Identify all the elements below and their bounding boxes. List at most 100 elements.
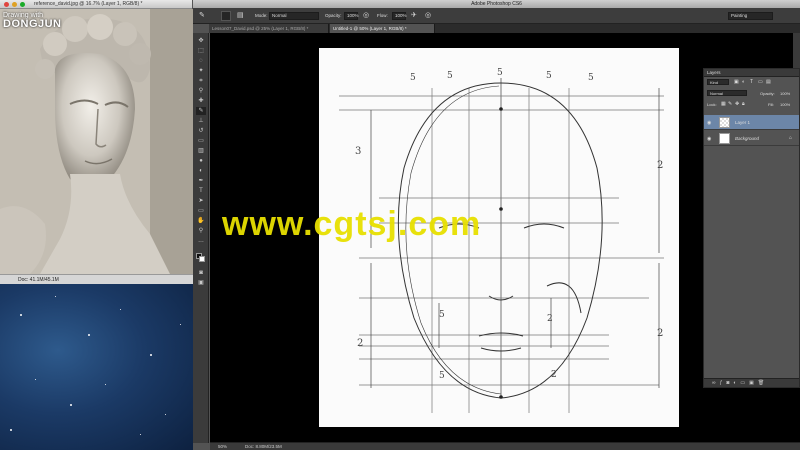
photoshop-titlebar[interactable]: Adobe Photoshop CS6 (193, 0, 800, 8)
layers-panel-header[interactable]: Layers (704, 69, 799, 77)
brush-panel-icon[interactable]: ▤ (237, 12, 244, 20)
mode-select[interactable]: Normal (269, 12, 319, 20)
airbrush-icon[interactable]: ✈ (411, 12, 417, 20)
sketch-fraction-label: 5 (410, 73, 416, 83)
pen-tool-icon[interactable]: ✒ (196, 177, 206, 185)
layer-fill-input[interactable]: 100% (780, 102, 790, 107)
reference-window-titlebar[interactable]: reference_david.jpg @ 16.7% (Layer 1, RG… (0, 0, 192, 9)
workspace-select[interactable]: Painting (728, 12, 773, 20)
lock-pixels-icon[interactable]: ✎ (728, 101, 732, 107)
sketch-fraction-label: 5 (439, 310, 445, 320)
quick-select-tool-icon[interactable]: ✦ (196, 67, 206, 75)
opacity-label: Opacity: (760, 91, 775, 96)
brush-tool-icon[interactable]: ✎ (196, 107, 206, 115)
layers-filter-row: Kind ▣ ◐ T ▭ ▤ (704, 78, 799, 87)
layer-filter-select[interactable]: Kind (707, 79, 729, 85)
brush-tool-preset-icon[interactable]: ✎ (199, 12, 205, 20)
lock-label: Lock: (707, 102, 717, 107)
document-tabs: Lesson07_David.psd @ 25% (Layer 1, RGB/8… (209, 24, 800, 33)
close-window-icon[interactable] (4, 2, 9, 7)
star (35, 379, 36, 380)
move-tool-icon[interactable]: ✥ (196, 37, 206, 45)
gradient-tool-icon[interactable]: ▥ (196, 147, 206, 155)
crop-tool-icon[interactable]: ⌗ (196, 77, 206, 85)
sketch-fraction-label: 2 (547, 314, 553, 324)
visibility-eye-icon[interactable]: ◉ (707, 136, 711, 142)
sketch-fraction-label: 5 (497, 68, 503, 78)
type-tool-icon[interactable]: T (196, 187, 206, 195)
tab-lesson07-david[interactable]: Lesson07_David.psd @ 25% (Layer 1, RGB/8… (209, 24, 329, 33)
reference-window-title: reference_david.jpg @ 16.7% (Layer 1, RG… (34, 1, 143, 7)
star (105, 384, 106, 385)
filter-shape-icon[interactable]: ▭ (758, 79, 763, 85)
star (20, 314, 22, 316)
hand-tool-icon[interactable]: ✋ (196, 217, 206, 225)
filter-pixel-icon[interactable]: ▣ (734, 79, 739, 85)
star (165, 414, 166, 415)
document-size[interactable]: Doc: 8.80M/23.5M (245, 443, 282, 450)
layers-panel-footer: ∞ƒ◙◐▭▣🗑︎ (704, 378, 799, 387)
filter-adjust-icon[interactable]: ◐ (742, 79, 745, 85)
path-select-tool-icon[interactable]: ➤ (196, 197, 206, 205)
screen: reference_david.jpg @ 16.7% (Layer 1, RG… (0, 0, 800, 450)
clone-stamp-tool-icon[interactable]: ⊥ (196, 117, 206, 125)
flow-label: Flow: (377, 13, 388, 18)
opacity-input[interactable]: 100% (344, 12, 359, 20)
more-tools-icon[interactable]: … (196, 237, 206, 245)
history-brush-tool-icon[interactable]: ↺ (196, 127, 206, 135)
minimize-window-icon[interactable] (12, 2, 17, 7)
layer-name: Layer 1 (735, 120, 751, 125)
star (70, 404, 72, 406)
layer-row-background[interactable]: ◉ Background ⌂ (704, 131, 799, 146)
layers-blend-row: Normal Opacity: 100% (704, 89, 799, 98)
star (180, 324, 181, 325)
blend-mode-select[interactable]: Normal (707, 90, 747, 96)
star (150, 354, 152, 356)
dodge-tool-icon[interactable]: ◐ (196, 167, 206, 175)
background-color-swatch[interactable] (199, 256, 205, 262)
layer-opacity-input[interactable]: 100% (780, 91, 790, 96)
zoom-tool-icon[interactable]: ⚲ (196, 227, 206, 235)
blur-tool-icon[interactable]: ● (196, 157, 206, 165)
panel-dock-strip[interactable] (793, 33, 800, 68)
new-group-icon[interactable]: ▭ (740, 380, 749, 386)
sketch-fraction-label: 2 (357, 338, 364, 349)
sketch-fraction-label: 2 (657, 160, 664, 171)
pressure-size-icon[interactable]: ◎ (425, 12, 431, 20)
layers-panel-title: Layers (707, 70, 721, 75)
visibility-eye-icon[interactable]: ◉ (707, 120, 711, 126)
star (88, 334, 90, 336)
shape-tool-icon[interactable]: ▭ (196, 207, 206, 215)
lasso-tool-icon[interactable]: ◌ (196, 57, 206, 65)
marquee-tool-icon[interactable]: ⬚ (196, 47, 206, 55)
logo-line-2: DONGJUN (3, 18, 62, 30)
lock-transparency-icon[interactable]: ▦ (721, 101, 726, 107)
lock-all-icon[interactable]: 🔒︎ (742, 101, 745, 107)
delete-layer-icon[interactable]: 🗑︎ (758, 380, 768, 386)
david-bust-illustration (0, 9, 193, 274)
layer-row-layer-1[interactable]: ◉ Layer 1 (704, 115, 799, 130)
healing-brush-tool-icon[interactable]: ✚ (196, 97, 206, 105)
options-bar: ✎ ▤ Mode: Normal Opacity: 100% ◎ Flow: 1… (193, 8, 800, 24)
quick-mask-icon[interactable]: ◙ (196, 269, 206, 277)
lock-position-icon[interactable]: ✥ (735, 101, 739, 107)
layers-panel: Layers Kind ▣ ◐ T ▭ ▤ Normal Opacity: 10… (703, 68, 800, 388)
zoom-level[interactable]: 50% (218, 443, 227, 450)
new-layer-icon[interactable]: ▣ (749, 380, 758, 386)
eraser-tool-icon[interactable]: ▭ (196, 137, 206, 145)
link-layers-icon[interactable]: ∞ (712, 380, 720, 386)
sketch-fraction-label: 3 (355, 146, 362, 157)
flow-input[interactable]: 100% (392, 12, 407, 20)
filter-type-icon[interactable]: T (750, 79, 753, 85)
zoom-window-icon[interactable] (20, 2, 25, 7)
star (10, 429, 12, 431)
watermark-text: www.cgtsj.com (222, 205, 482, 243)
brush-size-picker[interactable] (221, 11, 231, 21)
star (140, 434, 141, 435)
filter-smart-icon[interactable]: ▤ (766, 79, 771, 85)
fill-label: Fill: (768, 102, 775, 107)
pressure-opacity-icon[interactable]: ◎ (363, 12, 369, 20)
eyedropper-tool-icon[interactable]: ⚲ (196, 87, 206, 95)
tab-untitled-1[interactable]: Untitled-1 @ 50% (Layer 1, RGB/8) * (330, 24, 435, 33)
screen-mode-icon[interactable]: ▣ (196, 279, 206, 287)
